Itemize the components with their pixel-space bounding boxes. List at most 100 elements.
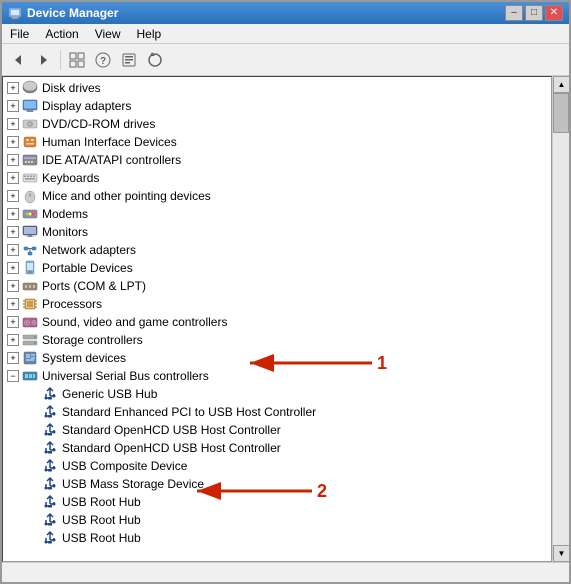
tree-expander-keyboards[interactable]: + (7, 172, 19, 184)
device-tree[interactable]: +Disk drives+Display adapters+DVD/CD-ROM… (2, 76, 552, 562)
menu-file[interactable]: File (2, 24, 37, 43)
help-button[interactable]: ? (91, 48, 115, 72)
std-openhcd-2-label: Standard OpenHCD USB Host Controller (62, 441, 281, 455)
tree-expander-monitors[interactable]: + (7, 226, 19, 238)
tree-expander-disk-drives[interactable]: + (7, 82, 19, 94)
tree-item-std-openhcd-2[interactable]: Standard OpenHCD USB Host Controller (3, 439, 551, 457)
tree-item-usb-root-hub-2[interactable]: USB Root Hub (3, 511, 551, 529)
scroll-down-button[interactable]: ▼ (553, 545, 569, 562)
menu-help[interactable]: Help (129, 24, 170, 43)
tree-item-system-devices[interactable]: + System devices (3, 349, 551, 367)
tree-expander-dvd-cdrom[interactable]: + (7, 118, 19, 130)
usb-root-hub-3-icon (42, 530, 58, 546)
tree-item-modems[interactable]: + Modems (3, 205, 551, 223)
tree-item-network-adapters[interactable]: + Network adapters (3, 241, 551, 259)
std-enhanced-pci-label: Standard Enhanced PCI to USB Host Contro… (62, 405, 316, 419)
tree-item-usb-root-hub-1[interactable]: USB Root Hub (3, 493, 551, 511)
disk-drives-label: Disk drives (42, 81, 101, 95)
properties-button[interactable] (117, 48, 141, 72)
dvd-cdrom-label: DVD/CD-ROM drives (42, 117, 155, 131)
tree-item-processors[interactable]: + Processors (3, 295, 551, 313)
tree-item-display-adapters[interactable]: +Display adapters (3, 97, 551, 115)
tree-item-monitors[interactable]: + Monitors (3, 223, 551, 241)
tree-item-storage-controllers[interactable]: +Storage controllers (3, 331, 551, 349)
usb-mass-storage-icon (42, 476, 58, 492)
monitors-label: Monitors (42, 225, 88, 239)
usb-composite-icon (42, 458, 58, 474)
std-openhcd-1-label: Standard OpenHCD USB Host Controller (62, 423, 281, 437)
scrollbar[interactable]: ▲ ▼ (552, 76, 569, 562)
tree-expander-system-devices[interactable]: + (7, 352, 19, 364)
tree-expander-ports[interactable]: + (7, 280, 19, 292)
tree-item-std-openhcd-1[interactable]: Standard OpenHCD USB Host Controller (3, 421, 551, 439)
dvd-cdrom-icon (22, 116, 38, 132)
menu-action[interactable]: Action (37, 24, 86, 43)
forward-button[interactable] (32, 48, 56, 72)
usb-controllers-icon (22, 368, 38, 384)
sound-video-icon (22, 314, 38, 330)
monitors-icon (22, 224, 38, 240)
content-wrapper: +Disk drives+Display adapters+DVD/CD-ROM… (2, 76, 569, 562)
show-hide-button[interactable] (65, 48, 89, 72)
tree-expander-usb-controllers[interactable]: − (7, 370, 19, 382)
title-bar-left: Device Manager (8, 6, 118, 20)
tree-item-usb-root-hub-3[interactable]: USB Root Hub (3, 529, 551, 547)
ide-atapi-icon (22, 152, 38, 168)
modems-label: Modems (42, 207, 88, 221)
generic-usb-hub-label: Generic USB Hub (62, 387, 157, 401)
tree-expander-mice[interactable]: + (7, 190, 19, 202)
close-button[interactable]: ✕ (545, 5, 563, 21)
processors-label: Processors (42, 297, 102, 311)
tree-expander-ide-atapi[interactable]: + (7, 154, 19, 166)
tree-item-usb-composite[interactable]: USB Composite Device (3, 457, 551, 475)
ide-atapi-label: IDE ATA/ATAPI controllers (42, 153, 181, 167)
tree-item-generic-usb-hub[interactable]: Generic USB Hub (3, 385, 551, 403)
tree-expander-modems[interactable]: + (7, 208, 19, 220)
network-adapters-icon (22, 242, 38, 258)
tree-expander-storage-controllers[interactable]: + (7, 334, 19, 346)
usb-root-hub-1-label: USB Root Hub (62, 495, 141, 509)
usb-composite-label: USB Composite Device (62, 459, 187, 473)
tree-expander-portable-devices[interactable]: + (7, 262, 19, 274)
title-bar: Device Manager – □ ✕ (2, 2, 569, 24)
scroll-up-button[interactable]: ▲ (553, 76, 569, 93)
modems-icon (22, 206, 38, 222)
scrollbar-track[interactable] (553, 93, 569, 545)
mice-icon (22, 188, 38, 204)
tree-expander-sound-video[interactable]: + (7, 316, 19, 328)
tree-expander-human-interface[interactable]: + (7, 136, 19, 148)
tree-item-std-enhanced-pci[interactable]: Standard Enhanced PCI to USB Host Contro… (3, 403, 551, 421)
tree-item-human-interface[interactable]: + Human Interface Devices (3, 133, 551, 151)
tree-item-portable-devices[interactable]: +Portable Devices (3, 259, 551, 277)
std-openhcd-1-icon (42, 422, 58, 438)
human-interface-label: Human Interface Devices (42, 135, 177, 149)
tree-item-usb-mass-storage[interactable]: USB Mass Storage Device (3, 475, 551, 493)
tree-expander-processors[interactable]: + (7, 298, 19, 310)
tree-item-mice[interactable]: +Mice and other pointing devices (3, 187, 551, 205)
tree-item-sound-video[interactable]: +Sound, video and game controllers (3, 313, 551, 331)
status-bar (2, 562, 569, 582)
refresh-button[interactable] (143, 48, 167, 72)
network-adapters-label: Network adapters (42, 243, 136, 257)
display-adapters-icon (22, 98, 38, 114)
tree-expander-display-adapters[interactable]: + (7, 100, 19, 112)
tree-item-keyboards[interactable]: +Keyboards (3, 169, 551, 187)
back-button[interactable] (6, 48, 30, 72)
tree-item-disk-drives[interactable]: + Disk drives (3, 79, 551, 97)
restore-button[interactable]: □ (525, 5, 543, 21)
tree-item-ide-atapi[interactable]: + IDE ATA/ATAPI controllers (3, 151, 551, 169)
minimize-button[interactable]: – (505, 5, 523, 21)
tree-item-usb-controllers[interactable]: −Universal Serial Bus controllers (3, 367, 551, 385)
tree-expander-network-adapters[interactable]: + (7, 244, 19, 256)
scrollbar-thumb[interactable] (553, 93, 569, 133)
toolbar-separator-1 (60, 50, 61, 70)
system-devices-label: System devices (42, 351, 126, 365)
tree-item-ports[interactable]: +Ports (COM & LPT) (3, 277, 551, 295)
system-devices-icon (22, 350, 38, 366)
generic-usb-hub-icon (42, 386, 58, 402)
menu-view[interactable]: View (87, 24, 129, 43)
usb-root-hub-2-label: USB Root Hub (62, 513, 141, 527)
tree-item-dvd-cdrom[interactable]: + DVD/CD-ROM drives (3, 115, 551, 133)
title-bar-buttons: – □ ✕ (505, 5, 563, 21)
toolbar: ? (2, 44, 569, 76)
